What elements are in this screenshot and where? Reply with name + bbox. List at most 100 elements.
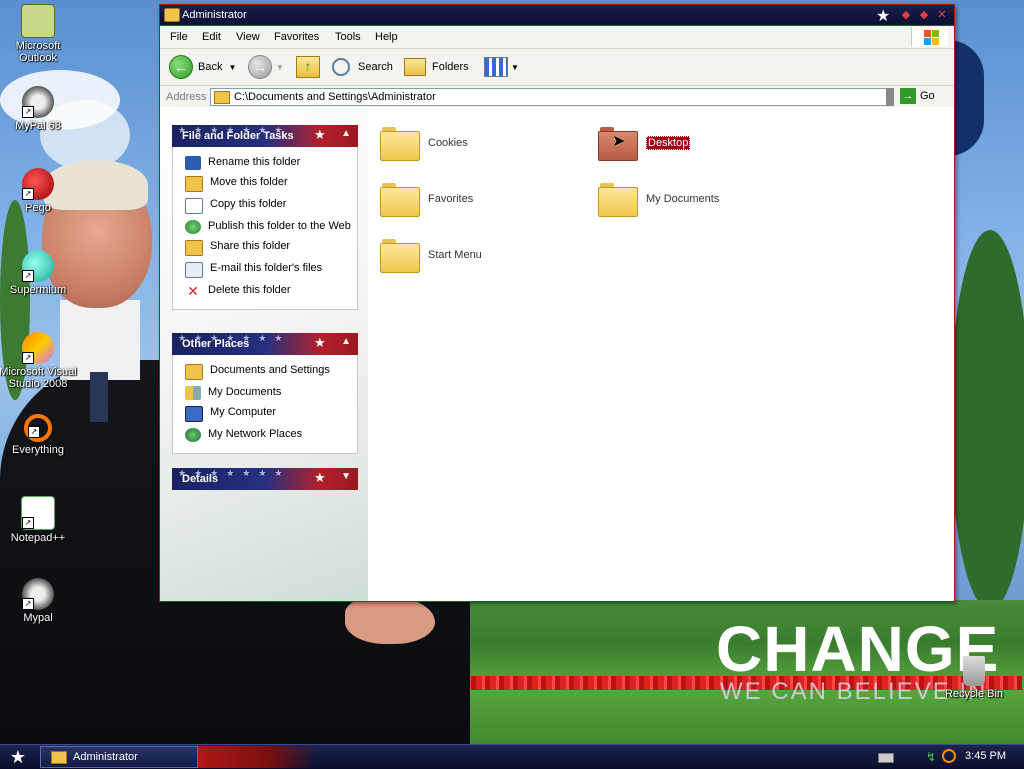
folder-start-menu[interactable]: Start Menu <box>380 239 482 273</box>
task-delete-folder[interactable]: ✕ Delete this folder <box>173 281 357 301</box>
task-label: Rename this folder <box>208 156 301 168</box>
folders-button[interactable]: Folders <box>404 56 469 78</box>
details-header[interactable]: ★★★★★★★ Details ★ ▼ <box>172 468 358 490</box>
address-bar: Address C:\Documents and Settings\Admini… <box>160 86 954 109</box>
keyboard-icon[interactable] <box>878 753 894 763</box>
outlook-icon <box>21 4 55 38</box>
desktop-icon-outlook[interactable]: Microsoft Outlook <box>0 4 78 64</box>
views-icon <box>484 57 508 77</box>
clock[interactable]: 3:45 PM <box>965 750 1006 762</box>
star-icon: ★ <box>314 335 326 350</box>
desktop-icon-label: Microsoft Visual Studio 2008 <box>0 366 77 390</box>
details-panel: ★★★★★★★ Details ★ ▼ <box>172 468 358 490</box>
up-folder-button[interactable]: ↑ <box>296 56 320 78</box>
forward-button[interactable]: → ▼ <box>248 55 284 79</box>
up-folder-icon: ↑ <box>296 56 320 78</box>
task-rename-folder[interactable]: Rename this folder <box>173 153 357 173</box>
collapse-icon[interactable]: ▲ <box>341 336 351 347</box>
place-my-computer[interactable]: My Computer <box>173 403 357 425</box>
desktop-icon-label: Everything <box>12 444 64 456</box>
menu-view[interactable]: View <box>236 31 260 43</box>
task-label: Copy this folder <box>210 198 287 210</box>
place-label: My Computer <box>210 406 277 418</box>
desktop-icon-visual-studio[interactable]: ↗ Microsoft Visual Studio 2008 <box>0 332 78 390</box>
folder-icon <box>380 127 420 161</box>
task-label: Move this folder <box>210 176 288 188</box>
maximize-button[interactable]: ◆ <box>918 9 930 21</box>
other-places-header[interactable]: ★★★★★★★ Other Places ★ ▲ <box>172 333 358 355</box>
start-button[interactable]: ★ <box>4 746 32 768</box>
supermium-icon: ↗ <box>22 250 54 282</box>
go-button[interactable]: → Go <box>900 88 935 104</box>
panel-title: Details <box>182 473 219 485</box>
other-places-panel: ★★★★★★★ Other Places ★ ▲ Documents and S… <box>172 333 358 454</box>
back-button[interactable]: ← Back ▼ <box>169 55 236 79</box>
desktop-icon-mypal68[interactable]: ↗ MyPal 68 <box>0 86 78 132</box>
menu-help[interactable]: Help <box>375 31 398 43</box>
taskbar-window-button[interactable]: Administrator <box>40 746 198 768</box>
windows-logo-icon <box>911 27 948 47</box>
place-documents-settings[interactable]: Documents and Settings <box>173 361 357 383</box>
menu-bar: File Edit View Favorites Tools Help <box>160 26 954 49</box>
folder-cookies[interactable]: Cookies <box>380 127 468 161</box>
menu-edit[interactable]: Edit <box>202 31 221 43</box>
folders-label: Folders <box>432 61 469 73</box>
place-my-documents[interactable]: My Documents <box>173 383 357 403</box>
desktop-icon-label: MyPal 68 <box>15 120 61 132</box>
menu-file[interactable]: File <box>170 31 188 43</box>
address-dropdown-button[interactable] <box>886 88 894 106</box>
title-bar[interactable]: Administrator ★ ◆ ◆ ✕ <box>160 5 954 26</box>
chevron-down-icon: ▼ <box>276 62 284 72</box>
menu-favorites[interactable]: Favorites <box>274 31 319 43</box>
network-tray-icon[interactable]: ↯ <box>926 750 936 764</box>
search-icon <box>332 58 350 76</box>
minimize-button[interactable]: ◆ <box>900 9 912 21</box>
star-icon: ★ <box>314 470 326 485</box>
desktop-icon-supermium[interactable]: ↗ Supermium <box>0 250 78 296</box>
desktop-icon-label: Supermium <box>9 284 67 296</box>
folder-favorites[interactable]: Favorites <box>380 183 473 217</box>
star-icon: ★ <box>876 8 891 25</box>
desktop-icon-notepadpp[interactable]: ↗ Notepad++ <box>0 496 78 544</box>
desktop-icon-pego[interactable]: ↗ Pego <box>0 168 78 214</box>
file-folder-tasks-header[interactable]: ★★★★★★★ File and Folder Tasks ★ ▲ <box>172 125 358 147</box>
task-label: Delete this folder <box>208 284 291 296</box>
expand-icon[interactable]: ▼ <box>341 471 351 482</box>
place-label: My Documents <box>208 386 282 398</box>
folder-label: Desktop <box>646 136 691 150</box>
task-email-files[interactable]: E-mail this folder's files <box>173 259 357 281</box>
everything-tray-icon[interactable] <box>942 749 956 763</box>
rename-icon <box>185 156 201 170</box>
desktop-icon-label: Recycle Bin <box>944 688 1004 700</box>
desktop-icon-everything[interactable]: ↗ Everything <box>0 414 78 456</box>
task-move-folder[interactable]: Move this folder <box>173 173 357 195</box>
search-button[interactable]: Search <box>332 56 393 78</box>
place-label: Documents and Settings <box>210 364 330 376</box>
mouse-cursor-icon: ➤ <box>612 133 626 150</box>
my-documents-icon <box>185 386 201 400</box>
task-pane: ★★★★★★★ File and Folder Tasks ★ ▲ Rename… <box>160 107 368 601</box>
desktop-icon-recycle-bin[interactable]: Recycle Bin <box>934 656 1014 700</box>
task-publish-web[interactable]: Publish this folder to the Web <box>173 217 357 237</box>
wallpaper-person-tie <box>90 372 108 422</box>
close-button[interactable]: ✕ <box>936 9 948 21</box>
place-network[interactable]: My Network Places <box>173 425 357 445</box>
folder-icon <box>380 183 420 217</box>
folder-icon <box>185 364 203 380</box>
folder-label: My Documents <box>646 193 720 205</box>
panel-title: Other Places <box>182 338 250 350</box>
folder-my-documents[interactable]: My Documents <box>598 183 720 217</box>
desktop-icon-mypal[interactable]: ↗ Mypal <box>0 578 78 624</box>
desktop-icon-label: Notepad++ <box>10 532 66 544</box>
address-input[interactable]: C:\Documents and Settings\Administrator <box>210 88 888 106</box>
views-button[interactable]: ▼ <box>484 56 519 78</box>
collapse-icon[interactable]: ▲ <box>341 128 351 139</box>
mypal-icon: ↗ <box>22 86 54 118</box>
system-tray: ↯ 3:45 PM <box>870 745 1024 769</box>
menu-tools[interactable]: Tools <box>335 31 361 43</box>
explorer-content: ★★★★★★★ File and Folder Tasks ★ ▲ Rename… <box>160 107 954 601</box>
email-icon <box>185 262 203 278</box>
task-share-folder[interactable]: Share this folder <box>173 237 357 259</box>
folder-icon <box>164 8 180 22</box>
task-copy-folder[interactable]: Copy this folder <box>173 195 357 217</box>
